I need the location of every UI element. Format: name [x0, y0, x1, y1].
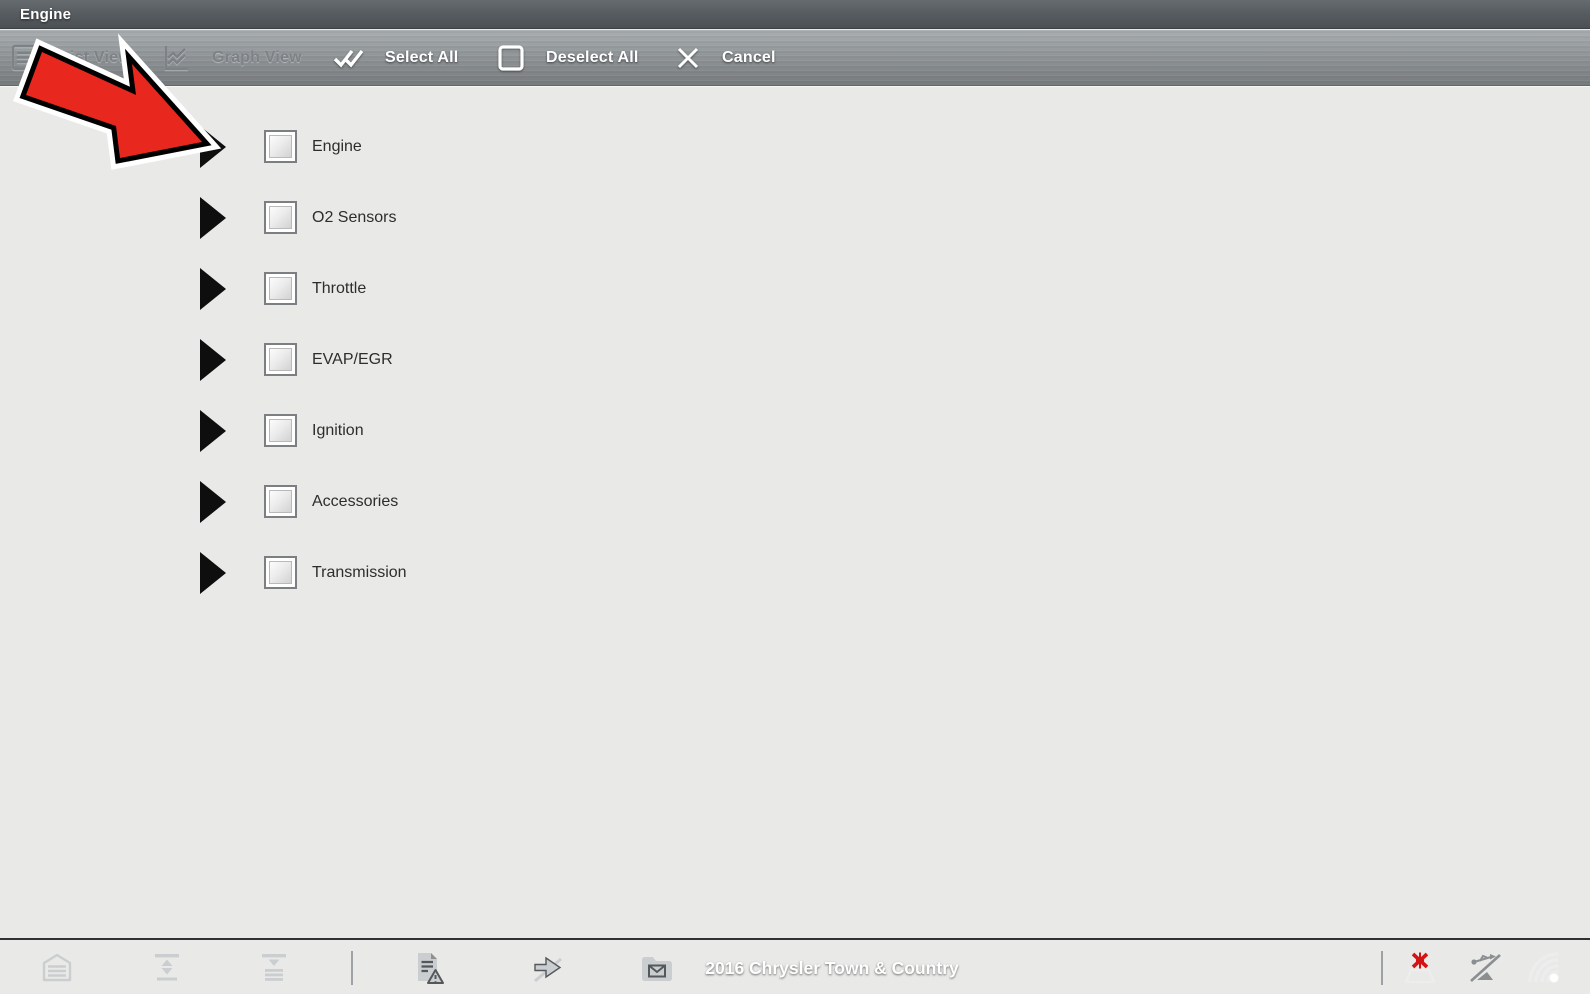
wifi-status — [1523, 940, 1567, 994]
usb-disconnected-icon — [1467, 950, 1505, 986]
checkbox-face — [269, 419, 292, 442]
group-label: EVAP/EGR — [312, 351, 393, 369]
collapse-view-button[interactable] — [252, 940, 296, 994]
title-bar: Engine — [0, 0, 1590, 29]
content-area: Engine O2 Sensors Throttle EVAP/EGR Igni… — [0, 86, 1590, 938]
select-all-icon — [331, 42, 365, 74]
collapse-view-icon — [256, 950, 292, 986]
checkbox-face — [269, 561, 292, 584]
checkbox-face — [269, 348, 292, 371]
exit-button[interactable] — [526, 940, 570, 994]
group-label: Transmission — [312, 564, 407, 582]
cancel-label: Cancel — [722, 49, 776, 67]
cancel-button[interactable]: Cancel — [674, 30, 776, 86]
group-checkbox[interactable] — [264, 130, 297, 163]
expand-view-button[interactable] — [145, 940, 189, 994]
wifi-signal-icon — [1525, 949, 1565, 987]
deselect-all-label: Deselect All — [546, 49, 639, 67]
scanner-screen: Engine List View Graph View Select All — [0, 0, 1590, 994]
group-checkbox[interactable] — [264, 485, 297, 518]
list-view-button[interactable]: List View — [10, 30, 131, 86]
top-toolbar: List View Graph View Select All Deselect… — [0, 30, 1590, 86]
graph-view-label: Graph View — [212, 49, 302, 67]
group-label: Throttle — [312, 280, 366, 298]
deselect-all-icon — [496, 42, 526, 74]
select-all-label: Select All — [385, 49, 458, 67]
expand-arrow-icon[interactable] — [200, 552, 226, 594]
checkbox-face — [269, 135, 292, 158]
codes-document-icon — [410, 950, 446, 986]
list-view-label: List View — [60, 49, 131, 67]
list-view-icon — [10, 42, 40, 74]
parameter-group-row[interactable]: Throttle — [0, 253, 1590, 324]
vehicle-label: 2016 Chrysler Town & Country — [705, 940, 959, 994]
expand-arrow-icon[interactable] — [200, 126, 226, 168]
statusbar-divider — [351, 951, 353, 985]
expand-arrow-icon[interactable] — [200, 339, 226, 381]
group-label: Engine — [312, 138, 362, 156]
group-label: Accessories — [312, 493, 398, 511]
group-checkbox[interactable] — [264, 556, 297, 589]
group-checkbox[interactable] — [264, 414, 297, 447]
checkbox-face — [269, 490, 292, 513]
home-button[interactable] — [35, 940, 79, 994]
codes-menu-button[interactable] — [406, 940, 450, 994]
group-checkbox[interactable] — [264, 201, 297, 234]
statusbar-divider — [1381, 951, 1383, 985]
parameter-group-row[interactable]: Accessories — [0, 466, 1590, 537]
checkbox-face — [269, 277, 292, 300]
expand-arrow-icon[interactable] — [200, 268, 226, 310]
group-checkbox[interactable] — [264, 272, 297, 305]
saved-data-button[interactable] — [635, 940, 679, 994]
parameter-group-row[interactable]: O2 Sensors — [0, 182, 1590, 253]
graph-view-icon — [160, 42, 192, 74]
parameter-group-row[interactable]: Engine — [0, 111, 1590, 182]
scan-module-status — [1398, 940, 1442, 994]
bottom-toolbar: 2016 Chrysler Town & Country — [0, 938, 1590, 994]
select-all-button[interactable]: Select All — [331, 30, 458, 86]
group-label: Ignition — [312, 422, 364, 440]
parameter-group-row[interactable]: EVAP/EGR — [0, 324, 1590, 395]
group-label: O2 Sensors — [312, 209, 396, 227]
page-title: Engine — [20, 6, 71, 23]
saved-data-folder-icon — [638, 950, 676, 986]
expand-arrow-icon[interactable] — [200, 410, 226, 452]
parameter-group-row[interactable]: Ignition — [0, 395, 1590, 466]
scan-module-disconnected-icon — [1400, 949, 1440, 987]
expand-view-icon — [149, 950, 185, 986]
parameter-group-row[interactable]: Transmission — [0, 537, 1590, 608]
home-icon — [39, 950, 75, 986]
exit-arrow-icon — [530, 950, 566, 986]
group-checkbox[interactable] — [264, 343, 297, 376]
expand-arrow-icon[interactable] — [200, 197, 226, 239]
usb-status — [1464, 940, 1508, 994]
checkbox-face — [269, 206, 292, 229]
cancel-icon — [674, 42, 702, 74]
graph-view-button[interactable]: Graph View — [160, 30, 302, 86]
expand-arrow-icon[interactable] — [200, 481, 226, 523]
deselect-all-button[interactable]: Deselect All — [496, 30, 639, 86]
